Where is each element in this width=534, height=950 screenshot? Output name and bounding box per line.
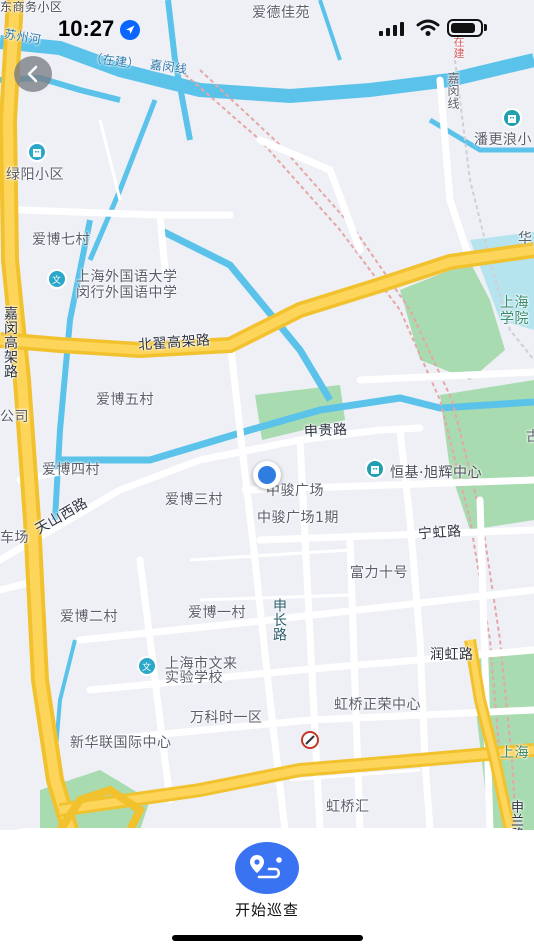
map-label: 新华联国际中心 xyxy=(70,735,172,751)
map-view[interactable]: 文 文 爱德佳苑 东商务小区 苏州河 （在建） 嘉闵线 在建 嘉闵线 潘更浪小 … xyxy=(0,0,534,830)
route-pin-icon xyxy=(250,855,282,879)
svg-text:文: 文 xyxy=(142,661,151,672)
wifi-icon xyxy=(416,19,440,36)
map-label: 虹桥正荣中心 xyxy=(334,697,421,713)
map-label: 爱博三村 xyxy=(165,492,223,508)
road-label: 宁虹路 xyxy=(417,523,463,543)
battery-tip xyxy=(484,24,487,31)
map-label: 公司 xyxy=(0,409,29,425)
status-bar: 10:27 xyxy=(0,0,534,56)
battery-icon xyxy=(447,19,483,37)
map-label: 虹桥汇 xyxy=(326,799,370,815)
map-label: 车场 xyxy=(0,530,29,546)
road-label: 申长路 xyxy=(271,598,287,642)
current-location-marker xyxy=(253,461,281,489)
cellular-signal-icon xyxy=(379,22,404,36)
svg-text:文: 文 xyxy=(52,274,61,285)
metro-label: 嘉闵线 xyxy=(446,72,460,110)
map-label: 爱博七村 xyxy=(32,232,90,248)
start-patrol-button[interactable] xyxy=(235,842,299,894)
home-indicator[interactable] xyxy=(172,935,363,941)
map-label: 爱博二村 xyxy=(60,609,118,625)
school-poi-icon[interactable]: 文 xyxy=(47,269,67,289)
map-label: 闵行外国语中学 xyxy=(76,285,178,301)
location-services-icon xyxy=(120,20,140,40)
chevron-left-icon xyxy=(27,65,38,83)
map-label: 中骏广场1期 xyxy=(257,510,339,526)
map-label: 实验学校 xyxy=(165,670,223,686)
map-label: 万科时一区 xyxy=(190,710,263,726)
map-label: 恒基·旭辉中心 xyxy=(390,465,482,481)
building-poi-icon[interactable] xyxy=(502,108,522,128)
school-poi-icon[interactable]: 文 xyxy=(137,656,157,676)
map-label: 学院 xyxy=(500,311,529,327)
road-label: 嘉闵高架路 xyxy=(2,306,18,379)
building-poi-icon[interactable] xyxy=(365,459,385,479)
map-label: 爱博一村 xyxy=(188,605,246,621)
road-label: 申贵路 xyxy=(303,421,348,441)
map-label: 富力十号 xyxy=(350,565,408,581)
map-label: 古 xyxy=(526,429,534,445)
map-label: 绿阳小区 xyxy=(6,167,64,183)
back-button[interactable] xyxy=(14,56,52,92)
map-label: 爱博四村 xyxy=(42,462,100,478)
map-label: 华 xyxy=(518,231,533,247)
map-label: 潘更浪小 xyxy=(474,132,532,148)
road-label: 润虹路 xyxy=(430,647,474,663)
start-patrol-label[interactable]: 开始巡查 xyxy=(0,899,534,920)
map-base xyxy=(0,0,534,830)
map-label: 上海 xyxy=(500,745,529,761)
status-time: 10:27 xyxy=(58,16,115,41)
map-label: 爱博五村 xyxy=(96,392,154,408)
road-label: 申兰路 xyxy=(508,800,523,830)
app-screen: 文 文 爱德佳苑 东商务小区 苏州河 （在建） 嘉闵线 在建 嘉闵线 潘更浪小 … xyxy=(0,0,534,950)
building-poi-icon[interactable] xyxy=(27,142,47,162)
